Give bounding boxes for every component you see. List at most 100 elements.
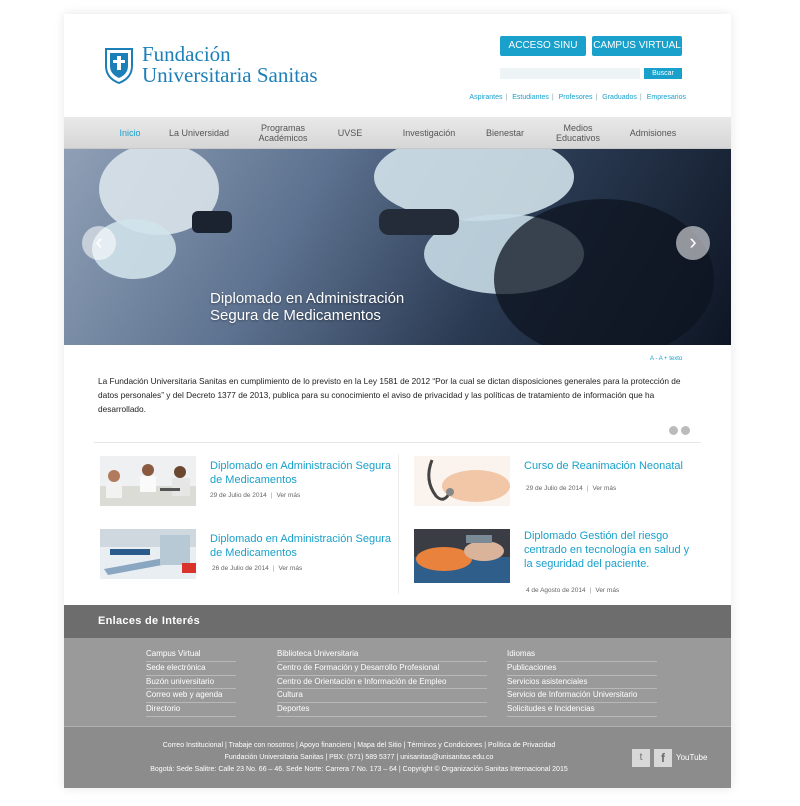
- news-meta: 26 de Julio de 2014 | Ver más: [212, 565, 302, 572]
- link-correo-web[interactable]: Correo web y agenda: [146, 689, 236, 704]
- news-date: 29 de Julio de 2014: [526, 485, 583, 492]
- news-item: Diplomado en Administración Segura de Me…: [100, 456, 400, 516]
- nav-item-bienestar[interactable]: Bienestar: [478, 117, 532, 148]
- divider: [94, 442, 701, 443]
- carousel-dots: [666, 422, 690, 440]
- link-estudiantes[interactable]: Estudiantes: [512, 94, 549, 101]
- link-cultura[interactable]: Cultura: [277, 689, 487, 704]
- link-idiomas[interactable]: Idiomas: [507, 648, 657, 662]
- chevron-left-icon: ‹: [95, 229, 103, 254]
- link-publicaciones[interactable]: Publicaciones: [507, 662, 657, 676]
- slider-prev-button[interactable]: ‹: [82, 226, 116, 260]
- news-date: 26 de Julio de 2014: [212, 565, 269, 572]
- news-title[interactable]: Diplomado en Administración Segura de Me…: [210, 532, 400, 560]
- search-button[interactable]: Buscar: [644, 68, 682, 79]
- news-thumbnail[interactable]: [100, 529, 196, 579]
- facebook-icon[interactable]: f: [654, 749, 672, 767]
- logo-wordmark: Fundación Universitaria Sanitas: [142, 44, 318, 86]
- carousel-dot[interactable]: [669, 426, 678, 435]
- separator: |: [586, 485, 589, 492]
- link-servicio-informacion[interactable]: Servicio de Información Universitario: [507, 689, 657, 704]
- news-item: Diplomado Gestión del riesgo centrado en…: [414, 526, 714, 601]
- separator: |: [589, 587, 592, 594]
- footer: Correo Institucional | Trabaje con nosot…: [64, 726, 731, 788]
- separator: |: [639, 94, 642, 101]
- hero-caption-line2: Segura de Medicamentos: [210, 307, 381, 324]
- links-column-2: Biblioteca Universitaria Centro de Forma…: [277, 648, 487, 717]
- audience-links: Aspirantes | Estudiantes | Profesores | Gra…: [446, 94, 686, 101]
- news-meta: 4 de Agosto de 2014 | Ver más: [526, 587, 619, 594]
- site-logo[interactable]: Fundación Universitaria Sanitas: [104, 44, 364, 94]
- link-directorio[interactable]: Directorio: [146, 703, 236, 717]
- link-centro-orientacion[interactable]: Centro de Orientación e Información de E…: [277, 676, 487, 690]
- separator: |: [270, 492, 273, 499]
- link-solicitudes[interactable]: Solicitudes e Incidencias: [507, 703, 657, 717]
- link-graduados[interactable]: Graduados: [602, 94, 637, 101]
- separator: |: [505, 94, 508, 101]
- links-column-1: Campus Virtual Sede electrónica Buzón un…: [146, 648, 236, 717]
- text-size-label: texto: [669, 356, 683, 362]
- text-decrease-button[interactable]: A -: [650, 356, 657, 362]
- news-thumbnail[interactable]: [414, 529, 510, 583]
- links-column-3: Idiomas Publicaciones Servicios asistenc…: [507, 648, 657, 717]
- link-servicios-asistenciales[interactable]: Servicios asistenciales: [507, 676, 657, 690]
- news-title[interactable]: Diplomado en Administración Segura de Me…: [210, 459, 400, 487]
- logo-line1: Fundación: [142, 42, 231, 66]
- link-aspirantes[interactable]: Aspirantes: [469, 94, 502, 101]
- links-title: Enlaces de Interés: [98, 615, 201, 627]
- news-item: Diplomado en Administración Segura de Me…: [100, 529, 400, 589]
- link-buzon-universitario[interactable]: Buzón universitario: [146, 676, 236, 690]
- link-deportes[interactable]: Deportes: [277, 703, 487, 717]
- link-sede-electronica[interactable]: Sede electrónica: [146, 662, 236, 676]
- link-biblioteca[interactable]: Biblioteca Universitaria: [277, 648, 487, 662]
- carousel-dot[interactable]: [681, 426, 690, 435]
- links-header: Enlaces de Interés: [64, 605, 731, 638]
- acceso-sinu-button[interactable]: ACCESO SINU: [500, 36, 586, 56]
- news-thumbnail[interactable]: [414, 456, 510, 506]
- hero-slider[interactable]: Diplomado en Administración Segura de Me…: [64, 149, 731, 345]
- news-more-link[interactable]: Ver más: [595, 587, 619, 594]
- footer-links[interactable]: Correo Institucional | Trabaje con nosot…: [94, 740, 624, 752]
- nav-item-investigacion[interactable]: Investigación: [394, 117, 464, 148]
- nav-item-uvse[interactable]: UVSE: [332, 117, 368, 148]
- nav-item-medios-educativos[interactable]: Medios Educativos: [548, 117, 608, 148]
- link-centro-formacion[interactable]: Centro de Formación y Desarrollo Profesi…: [277, 662, 487, 676]
- shield-logo-icon: [105, 48, 133, 84]
- news-more-link[interactable]: Ver más: [276, 492, 300, 499]
- link-profesores[interactable]: Profesores: [559, 94, 593, 101]
- youtube-icon[interactable]: YouTube: [676, 749, 708, 767]
- news-date: 29 de Julio de 2014: [210, 492, 267, 499]
- page-container: Fundación Universitaria Sanitas ACCESO S…: [64, 14, 731, 788]
- nav-item-admisiones[interactable]: Admisiones: [620, 117, 686, 148]
- nav-item-la-universidad[interactable]: La Universidad: [162, 117, 236, 148]
- links-section: Campus Virtual Sede electrónica Buzón un…: [64, 638, 731, 726]
- news-thumbnail[interactable]: [100, 456, 196, 506]
- search-input[interactable]: [500, 68, 640, 79]
- news-title[interactable]: Diplomado Gestión del riesgo centrado en…: [524, 529, 699, 571]
- logo-line2: Universitaria Sanitas: [142, 63, 318, 87]
- separator: |: [551, 94, 554, 101]
- news-more-link[interactable]: Ver más: [592, 485, 616, 492]
- separator: |: [595, 94, 598, 101]
- privacy-notice: La Fundación Universitaria Sanitas en cu…: [98, 376, 681, 414]
- slider-next-button[interactable]: ›: [676, 226, 710, 260]
- news-date: 4 de Agosto de 2014: [526, 587, 586, 594]
- news-meta: 29 de Julio de 2014 | Ver más: [526, 485, 616, 492]
- link-empresarios[interactable]: Empresarios: [647, 94, 686, 101]
- footer-address: Bogotá: Sede Salitre: Calle 23 No. 66 – …: [150, 766, 568, 773]
- nav-item-inicio[interactable]: Inicio: [110, 117, 150, 148]
- main-nav: Inicio La Universidad Programas Académic…: [64, 117, 731, 149]
- news-title[interactable]: Curso de Reanimación Neonatal: [524, 459, 714, 473]
- campus-virtual-button[interactable]: CAMPUS VIRTUAL: [592, 36, 682, 56]
- text-size-controls: A - A + texto: [650, 356, 682, 362]
- hero-caption-line1: Diplomado en Administración: [210, 290, 405, 307]
- twitter-icon[interactable]: t: [632, 749, 650, 767]
- nav-item-programas-academicos[interactable]: Programas Académicos: [248, 117, 318, 148]
- news-more-link[interactable]: Ver más: [278, 565, 302, 572]
- separator: |: [272, 565, 275, 572]
- link-campus-virtual[interactable]: Campus Virtual: [146, 648, 236, 662]
- chevron-right-icon: ›: [689, 229, 697, 254]
- text-increase-button[interactable]: A +: [659, 356, 668, 362]
- footer-contact: Fundación Universitaria Sanitas | PBX: (…: [224, 754, 494, 761]
- hero-caption: Diplomado en Administración Segura de Me…: [210, 290, 404, 324]
